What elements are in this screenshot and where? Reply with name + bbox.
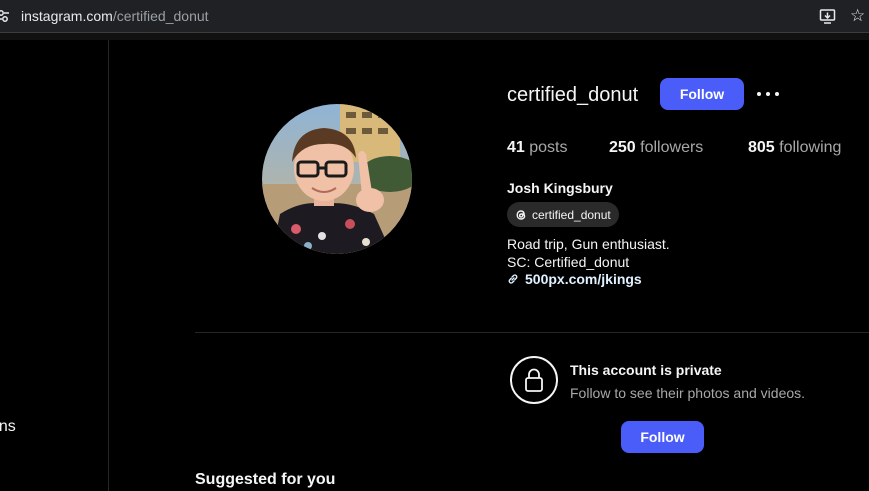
profile-link-text: 500px.com/jkings [525, 271, 642, 287]
private-follow-button[interactable]: Follow [621, 421, 704, 453]
browser-toolbar: instagram.com/certified_donut ☆ [0, 0, 869, 33]
install-app-icon[interactable] [819, 8, 836, 25]
url-host: instagram.com [21, 8, 113, 24]
threads-icon [516, 209, 526, 220]
bookmark-star-icon[interactable]: ☆ [850, 6, 865, 26]
url-path: /certified_donut [112, 8, 209, 24]
posts-stat: 41 posts [507, 139, 568, 157]
private-account-subtitle: Follow to see their photos and videos. [570, 385, 806, 401]
more-options-icon[interactable] [757, 84, 779, 104]
sidebar-nav: s ons [0, 40, 109, 491]
threads-handle: certified_donut [532, 207, 611, 222]
threads-badge[interactable]: certified_donut [507, 202, 619, 227]
link-icon [508, 274, 518, 284]
section-divider [195, 332, 869, 333]
followers-count: 250 [609, 139, 636, 156]
followers-label: followers [640, 139, 704, 156]
posts-label: posts [529, 139, 568, 156]
suggested-heading: Suggested for you [195, 471, 336, 488]
follow-button[interactable]: Follow [660, 78, 744, 110]
lock-icon [525, 368, 543, 392]
bio-line: Road trip, Gun enthusiast. [507, 236, 670, 252]
profile-avatar[interactable] [262, 104, 412, 254]
toolbar-separator [0, 33, 869, 40]
followers-stat[interactable]: 250 followers [609, 139, 703, 157]
private-lock-badge [510, 356, 558, 404]
following-label: following [779, 139, 842, 156]
profile-full-name: Josh Kingsbury [507, 180, 613, 196]
bio-line: SC: Certified_donut [507, 254, 630, 270]
profile-link[interactable]: 500px.com/jkings [507, 271, 642, 287]
posts-count: 41 [507, 139, 525, 156]
tune-icon[interactable] [0, 9, 10, 23]
private-account-title: This account is private [570, 362, 722, 378]
sidebar-item-label[interactable]: ons [0, 418, 16, 436]
address-bar[interactable]: instagram.com/certified_donut [21, 8, 209, 24]
following-count: 805 [748, 139, 775, 156]
profile-username: certified_donut [507, 84, 639, 106]
following-stat[interactable]: 805 following [748, 139, 841, 157]
